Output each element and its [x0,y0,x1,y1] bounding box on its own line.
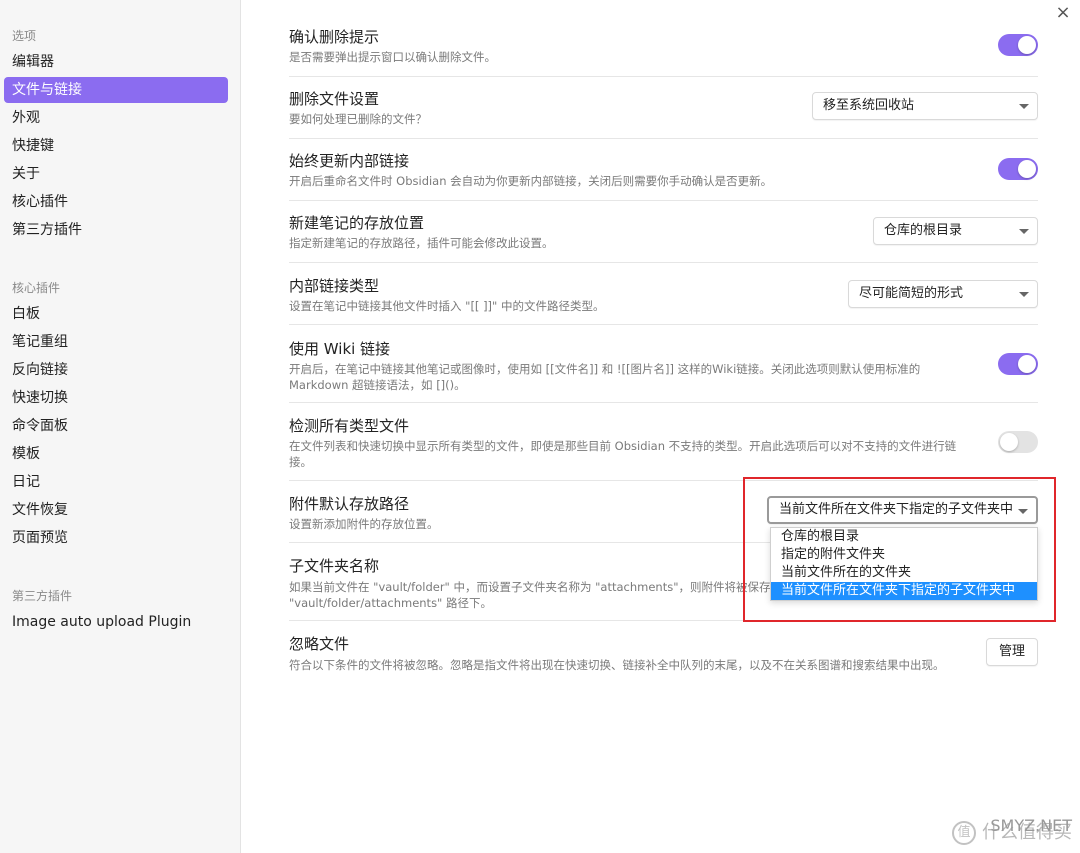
sidebar-item-daily-notes[interactable]: 日记 [4,469,228,495]
setting-desc: 设置在笔记中链接其他文件时插入 "[[ ]]" 中的文件路径类型。 [289,299,605,313]
sidebar-item-community-plugins[interactable]: 第三方插件 [4,217,228,243]
sidebar-item-editor[interactable]: 编辑器 [4,49,228,75]
setting-desc-line2: Markdown 超链接语法，如 []()。 [289,378,466,392]
sidebar-item-templates[interactable]: 模板 [4,441,228,467]
sidebar-item-appearance[interactable]: 外观 [4,105,228,131]
setting-ignore-files: 忽略文件 符合以下条件的文件将被忽略。忽略是指文件将出现在快速切换、链接补全中队… [289,621,1038,683]
sidebar-item-backlinks[interactable]: 反向链接 [4,357,228,383]
select-value: 仓库的根目录 [884,223,963,238]
setting-desc-line1: 在文件列表和快速切换中显示所有类型的文件，即使是那些目前 Obsidian 不支… [289,439,957,453]
setting-title: 忽略文件 [289,635,350,653]
sidebar-item-canvas[interactable]: 白板 [4,301,228,327]
select-value: 移至系统回收站 [823,98,915,113]
sidebar-item-file-recovery[interactable]: 文件恢复 [4,497,228,523]
sidebar-item-note-composer[interactable]: 笔记重组 [4,329,228,355]
detect-all-types-toggle[interactable] [998,431,1038,453]
wiki-links-toggle[interactable] [998,353,1038,375]
setting-title: 使用 Wiki 链接 [289,340,391,358]
setting-title: 检测所有类型文件 [289,417,410,435]
sidebar-item-hotkeys[interactable]: 快捷键 [4,133,228,159]
setting-desc: 指定新建笔记的存放路径，插件可能会修改此设置。 [289,236,554,250]
setting-title: 删除文件设置 [289,90,380,108]
delete-files-select[interactable]: 移至系统回收站 [812,92,1038,120]
setting-desc: 符合以下条件的文件将被忽略。忽略是指文件将出现在快速切换、链接补全中队列的末尾，… [289,658,945,672]
setting-new-note-location: 新建笔记的存放位置 指定新建笔记的存放路径，插件可能会修改此设置。 仓库的根目录 [289,201,1038,263]
setting-title: 确认删除提示 [289,28,380,46]
manage-ignore-button[interactable]: 管理 [985,638,1038,666]
setting-detect-all-types: 检测所有类型文件 在文件列表和快速切换中显示所有类型的文件，即使是那些目前 Ob… [289,403,1038,481]
settings-sidebar: 选项 编辑器 文件与链接 外观 快捷键 关于 核心插件 第三方插件 核心插件 白… [0,0,241,853]
close-icon[interactable]: × [1054,4,1072,22]
sidebar-group-options: 选项 [12,29,37,43]
setting-confirm-delete: 确认删除提示 是否需要弹出提示窗口以确认删除文件。 [289,22,1038,77]
auto-update-links-toggle[interactable] [998,158,1038,180]
link-format-select[interactable]: 尽可能简短的形式 [848,280,1038,308]
sidebar-item-page-preview[interactable]: 页面预览 [4,525,228,551]
setting-desc: 开启后重命名文件时 Obsidian 会自动为你更新内部链接，关闭后则需要你手动… [289,174,773,188]
setting-desc-line2: 接。 [289,455,312,469]
setting-title: 内部链接类型 [289,277,380,295]
setting-desc-line1: 开启后，在笔记中链接其他笔记或图像时，使用如 [[文件名]] 和 ![[图片名]… [289,362,921,376]
sidebar-item-about[interactable]: 关于 [4,161,228,187]
setting-desc-line2: "vault/folder/attachments" 路径下。 [289,596,493,610]
setting-desc: 是否需要弹出提示窗口以确认删除文件。 [289,50,496,64]
watermark-overlay-text: SMYZ.NET [990,816,1072,835]
watermark: 值什么值得买 SMYZ.NET [952,816,1072,845]
setting-auto-update-links: 始终更新内部链接 开启后重命名文件时 Obsidian 会自动为你更新内部链接，… [289,139,1038,201]
setting-delete-files: 删除文件设置 要如何处理已删除的文件？ 移至系统回收站 [289,77,1038,139]
setting-title: 子文件夹名称 [289,557,380,575]
sidebar-item-core-plugins[interactable]: 核心插件 [4,189,228,215]
sidebar-item-files-links[interactable]: 文件与链接 [4,77,228,103]
sidebar-group-core: 核心插件 [12,281,61,295]
setting-desc: 设置新添加附件的存放位置。 [289,517,439,531]
sidebar-item-image-auto-upload[interactable]: Image auto upload Plugin [4,609,228,635]
chevron-down-icon [1019,292,1029,297]
sidebar-item-quick-switcher[interactable]: 快速切换 [4,385,228,411]
chevron-down-icon [1019,104,1029,109]
sidebar-group-third-party: 第三方插件 [12,589,73,603]
select-value: 尽可能简短的形式 [859,286,964,301]
setting-wiki-links: 使用 Wiki 链接 开启后，在笔记中链接其他笔记或图像时，使用如 [[文件名]… [289,325,1038,403]
sidebar-item-command-palette[interactable]: 命令面板 [4,413,228,439]
confirm-delete-toggle[interactable] [998,34,1038,56]
setting-desc-line1: 如果当前文件在 "vault/folder" 中，而设置子文件夹名称为 "att… [289,580,771,594]
setting-desc: 要如何处理已删除的文件？ [289,112,427,126]
watermark-logo-icon: 值 [952,821,976,845]
chevron-down-icon [1019,229,1029,234]
annotation-highlight-box [743,477,1056,622]
setting-title: 始终更新内部链接 [289,152,410,170]
setting-title: 新建笔记的存放位置 [289,214,425,232]
setting-title: 附件默认存放路径 [289,495,410,513]
new-note-location-select[interactable]: 仓库的根目录 [873,217,1038,245]
setting-link-format: 内部链接类型 设置在笔记中链接其他文件时插入 "[[ ]]" 中的文件路径类型。… [289,263,1038,325]
